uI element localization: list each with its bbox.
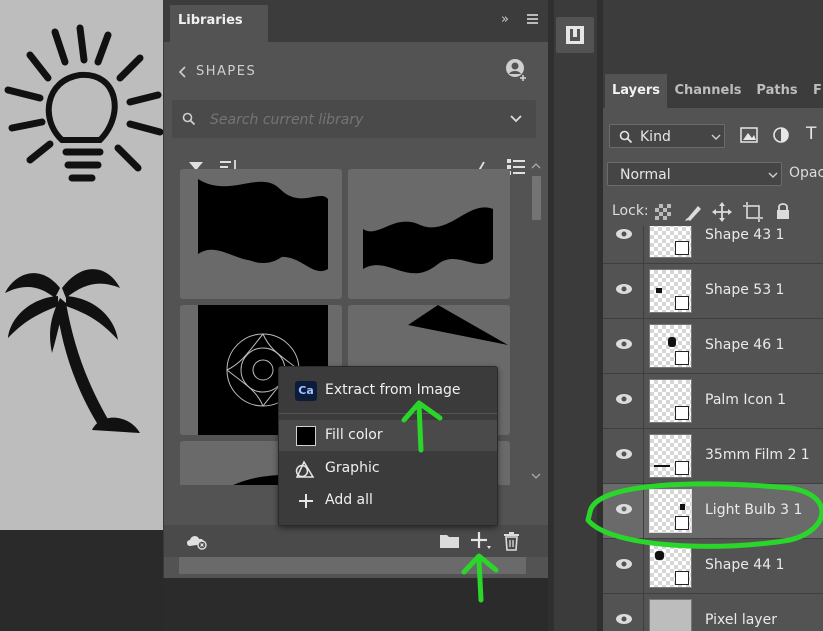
annotation-overlay	[401, 400, 823, 603]
